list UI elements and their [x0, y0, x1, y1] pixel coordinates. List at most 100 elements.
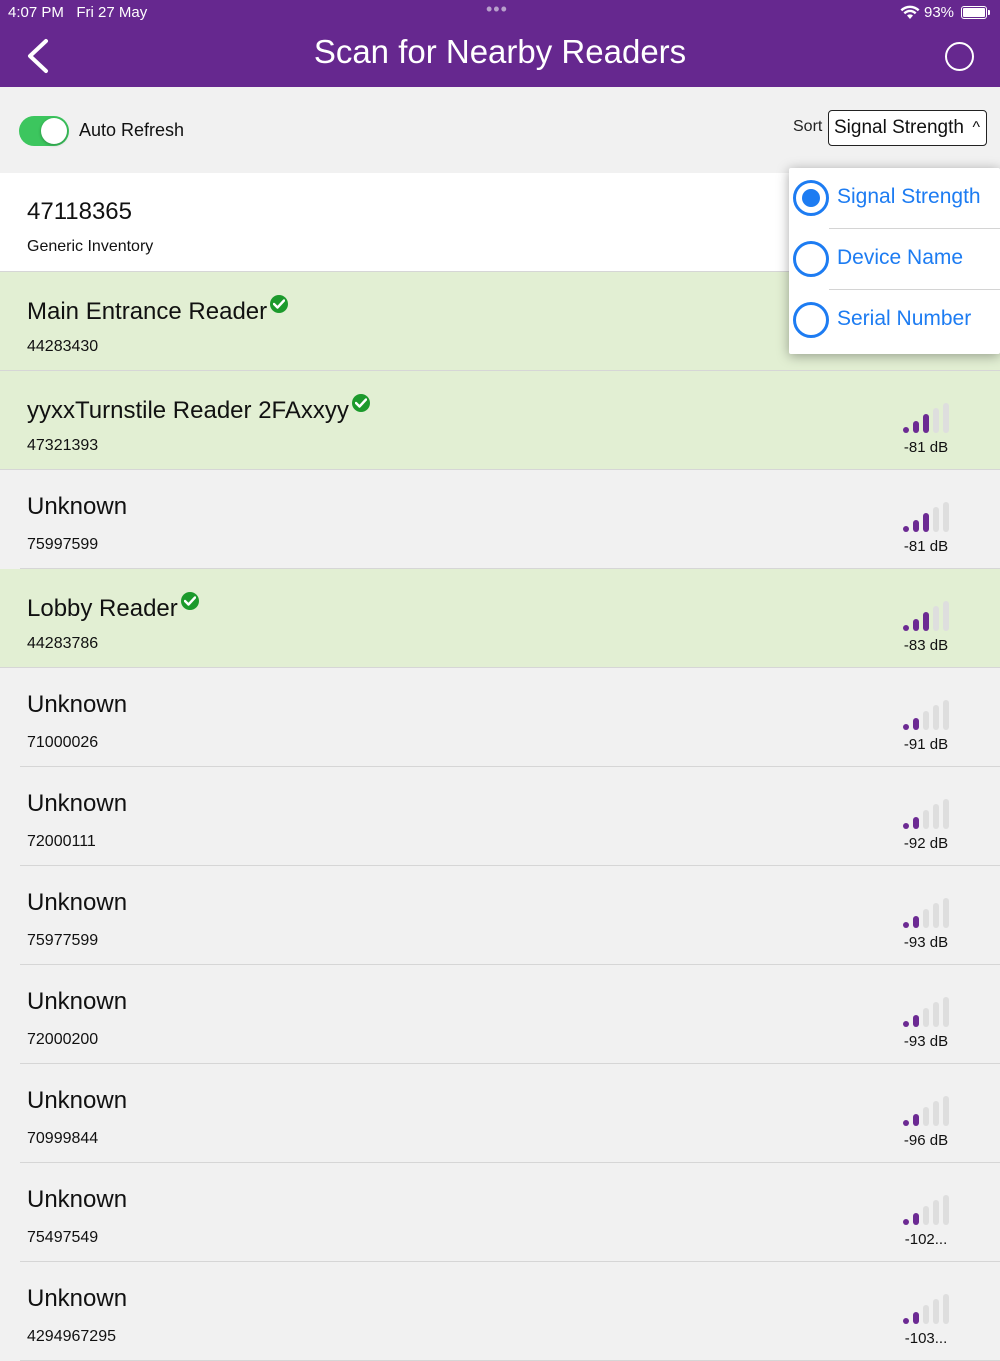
- device-name: Unknown: [27, 691, 128, 718]
- device-row[interactable]: Lobby Reader 44283786 -83 dB: [0, 569, 1000, 668]
- device-row[interactable]: Unknown 75997599 -81 dB: [0, 470, 1000, 569]
- signal-bar: [913, 916, 919, 928]
- sort-option[interactable]: Serial Number: [789, 290, 1000, 351]
- signal-strength-icon: [903, 700, 949, 730]
- sort-select-value: Signal Strength: [834, 117, 964, 138]
- signal-bar: [903, 1021, 909, 1027]
- device-serial: 75977599: [27, 932, 99, 949]
- signal-strength-icon: [903, 601, 949, 631]
- signal-bar: [903, 823, 909, 829]
- spinner-icon[interactable]: [945, 42, 974, 71]
- device-serial: 44283430: [27, 338, 99, 355]
- device-row[interactable]: Unknown 71000026 -91 dB: [0, 668, 1000, 767]
- signal-bar: [933, 804, 939, 829]
- signal-bar: [923, 711, 929, 730]
- device-serial: 72000200: [27, 1031, 99, 1048]
- signal-bar: [903, 625, 909, 631]
- auto-refresh-toggle[interactable]: [19, 116, 69, 146]
- device-row[interactable]: Unknown 72000200 -93 dB: [0, 965, 1000, 1064]
- signal-bar: [923, 1305, 929, 1324]
- radio-icon[interactable]: [793, 302, 829, 338]
- signal-bar: [943, 601, 949, 631]
- signal-db: -102...: [904, 1231, 948, 1248]
- signal-bar: [903, 427, 909, 433]
- signal-bar: [943, 799, 949, 829]
- sort-label: Sort: [793, 118, 823, 135]
- signal-bar: [943, 997, 949, 1027]
- battery-percent: 93%: [924, 4, 955, 21]
- signal-bar: [913, 1213, 919, 1225]
- signal-bar: [913, 817, 919, 829]
- device-name: 47118365: [27, 198, 132, 225]
- device-row[interactable]: Unknown 70999844 -96 dB: [0, 1064, 1000, 1163]
- signal-bar: [933, 705, 939, 730]
- sort-select[interactable]: Signal Strength ^: [828, 110, 987, 146]
- signal-bar: [943, 1096, 949, 1126]
- signal-bar: [943, 700, 949, 730]
- signal-bar: [923, 1107, 929, 1126]
- sort-option[interactable]: Device Name: [789, 229, 1000, 290]
- radio-icon[interactable]: [793, 180, 829, 216]
- status-bar: 4:07 PM Fri 27 May ••• 93%: [0, 0, 1000, 28]
- signal-strength-icon: [903, 403, 949, 433]
- sort-popover: Signal Strength Device Name Serial Number: [789, 168, 1000, 354]
- signal-strength-icon: [903, 1294, 949, 1324]
- status-time: 4:07 PM Fri 27 May: [8, 4, 148, 21]
- wifi-icon: [900, 5, 920, 19]
- signal-strength-icon: [903, 799, 949, 829]
- signal-bar: [943, 403, 949, 433]
- device-row[interactable]: Unknown 75977599 -93 dB: [0, 866, 1000, 965]
- signal-bar: [903, 1120, 909, 1126]
- signal-bar: [933, 1200, 939, 1225]
- device-name: Main Entrance Reader: [27, 295, 289, 326]
- signal-db: -103...: [904, 1330, 948, 1347]
- device-name: Unknown: [27, 1285, 128, 1312]
- device-name: Lobby Reader: [27, 592, 199, 623]
- signal-bar: [923, 612, 929, 631]
- signal-db: -92 dB: [903, 835, 949, 852]
- verified-check-icon: [351, 394, 370, 412]
- signal-db: -96 dB: [903, 1132, 949, 1149]
- signal-bar: [913, 520, 919, 532]
- radio-icon[interactable]: [793, 241, 829, 277]
- device-name: Unknown: [27, 889, 128, 916]
- signal-bar: [933, 1299, 939, 1324]
- device-name: Unknown: [27, 1186, 128, 1213]
- device-row[interactable]: Unknown 72000111 -92 dB: [0, 767, 1000, 866]
- sort-option[interactable]: Signal Strength: [789, 168, 1000, 229]
- signal-bar: [903, 1318, 909, 1324]
- signal-db: -83 dB: [903, 637, 949, 654]
- device-row[interactable]: yyxxTurnstile Reader 2FAxxyy 47321393 -81 …: [0, 371, 1000, 470]
- signal-db: -93 dB: [903, 934, 949, 951]
- device-serial: 47321393: [27, 437, 99, 454]
- signal-bar: [933, 903, 939, 928]
- device-serial: 44283786: [27, 635, 99, 652]
- device-serial: 72000111: [27, 833, 96, 850]
- multitasking-dots-icon[interactable]: •••: [486, 0, 508, 20]
- chevron-up-icon: ^: [972, 119, 980, 136]
- signal-bar: [923, 513, 929, 532]
- nav-bar: Scan for Nearby Readers: [0, 28, 1000, 87]
- signal-bar: [923, 1206, 929, 1225]
- signal-db: -81 dB: [903, 538, 949, 555]
- device-serial: 4294967295: [27, 1328, 116, 1345]
- device-row[interactable]: Unknown 4294967295 -103...: [0, 1262, 1000, 1361]
- signal-bar: [903, 724, 909, 730]
- signal-bar: [923, 1008, 929, 1027]
- signal-bar: [933, 1002, 939, 1027]
- signal-bar: [903, 922, 909, 928]
- signal-bar: [913, 1015, 919, 1027]
- auto-refresh-label: Auto Refresh: [79, 120, 185, 140]
- signal-bar: [943, 898, 949, 928]
- signal-bar: [943, 1294, 949, 1324]
- signal-bar: [933, 507, 939, 532]
- page-title: Scan for Nearby Readers: [313, 33, 687, 70]
- signal-bar: [913, 619, 919, 631]
- device-name: Unknown: [27, 1087, 128, 1114]
- sort-option-label: Serial Number: [837, 307, 972, 330]
- verified-check-icon: [180, 592, 199, 610]
- signal-bar: [923, 414, 929, 433]
- signal-bar: [943, 502, 949, 532]
- device-name: Unknown: [27, 790, 128, 817]
- device-row[interactable]: Unknown 75497549 -102...: [0, 1163, 1000, 1262]
